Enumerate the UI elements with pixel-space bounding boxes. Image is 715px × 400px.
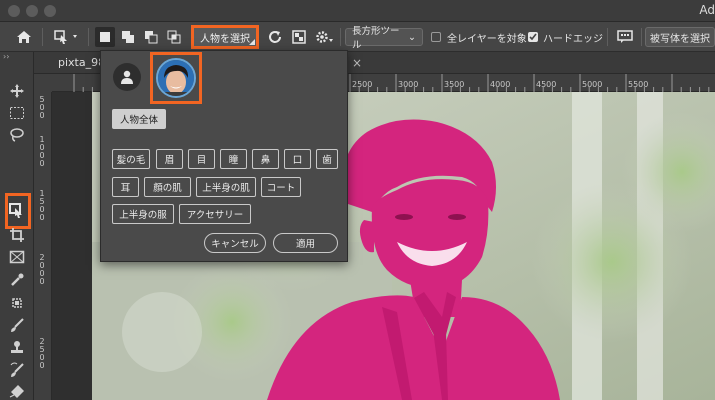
left-ruler-label: 0 — [39, 277, 45, 286]
zoom-window-button[interactable] — [44, 5, 56, 17]
object-selection-tool-preset-icon[interactable] — [52, 27, 82, 47]
mode-dropdown-label: 長方形ツール — [352, 26, 400, 51]
top-ruler-label: 3500 — [444, 80, 465, 89]
subtract-from-selection-icon[interactable] — [141, 27, 161, 47]
left-ruler-label: 0 — [39, 361, 45, 370]
part-hair-button[interactable]: 髪の毛 — [112, 149, 150, 169]
part-coat-button[interactable]: コート — [261, 177, 301, 197]
photoshop-window: Ad 長方形ツール ⌄ 全レイヤーを対象 ハードエッジ 被写体を選択 人物を選択… — [0, 0, 715, 400]
left-ruler-label: 0 — [39, 159, 45, 168]
part-upper-body-clothes-button[interactable]: 上半身の服 — [112, 204, 174, 224]
collapse-toolbox-icon[interactable]: ›› — [3, 52, 9, 61]
left-ruler-label: 0 — [39, 213, 45, 222]
part-ears-button[interactable]: 耳 — [112, 177, 139, 197]
lasso-tool-icon[interactable] — [5, 124, 29, 146]
healing-brush-tool-icon[interactable] — [5, 292, 29, 314]
top-ruler-label: 5000 — [582, 80, 603, 89]
toolbox: ›› — [0, 52, 34, 400]
part-accessories-button[interactable]: アクセサリー — [179, 204, 251, 224]
app-title: Ad — [699, 3, 715, 17]
part-upper-body-skin-button[interactable]: 上半身の肌 — [196, 177, 256, 197]
minimize-window-button[interactable] — [26, 5, 38, 17]
person-thumbnail-highlight — [150, 52, 202, 104]
object-selection-tool-icon[interactable] — [5, 200, 29, 222]
history-brush-tool-icon[interactable] — [5, 359, 29, 381]
brush-tool-icon[interactable] — [5, 314, 29, 336]
close-document-icon[interactable]: × — [352, 56, 362, 70]
left-ruler-label: 0 — [39, 111, 45, 120]
part-pupils-button[interactable]: 瞳 — [220, 149, 247, 169]
select-people-button[interactable]: 人物を選択 — [191, 25, 259, 49]
top-ruler-label: 4000 — [490, 80, 511, 89]
whole-person-button[interactable]: 人物全体 — [112, 109, 167, 129]
home-icon[interactable] — [14, 27, 34, 47]
sample-all-layers-label: 全レイヤーを対象 — [447, 34, 527, 45]
select-people-popup: 人物全体 髪の毛 眉 目 瞳 鼻 口 歯 耳 顔の肌 上半身の肌 コート 上半身… — [100, 50, 348, 262]
feedback-icon[interactable] — [614, 27, 636, 47]
separator — [42, 28, 43, 46]
marquee-tool-icon[interactable] — [5, 102, 29, 124]
gear-icon[interactable] — [313, 27, 335, 47]
apply-button[interactable]: 適用 — [273, 233, 338, 253]
separator — [607, 28, 608, 46]
chevron-down-icon: ⌄ — [408, 31, 416, 43]
intersect-selection-icon[interactable] — [164, 27, 184, 47]
add-to-selection-icon[interactable] — [118, 27, 138, 47]
part-teeth-button[interactable]: 歯 — [316, 149, 338, 169]
clone-stamp-tool-icon[interactable] — [5, 337, 29, 359]
top-ruler-label: 3000 — [398, 80, 419, 89]
separator — [340, 28, 341, 46]
select-people-label: 人物を選択 — [200, 33, 250, 45]
person-thumbnail[interactable] — [156, 58, 196, 98]
part-eyebrows-button[interactable]: 眉 — [156, 149, 183, 169]
hard-edge-checkbox[interactable] — [528, 32, 538, 42]
person-thumbnail-image — [158, 60, 194, 96]
top-ruler-label: 4500 — [536, 80, 557, 89]
part-eyes-button[interactable]: 目 — [188, 149, 215, 169]
close-window-button[interactable] — [8, 5, 20, 17]
document-tab[interactable]: pixta_98 — [50, 52, 105, 74]
sample-all-layers-checkbox[interactable] — [431, 32, 441, 42]
refresh-icon[interactable] — [265, 27, 285, 47]
top-ruler-label: 5500 — [628, 80, 649, 89]
select-subject-button[interactable]: 被写体を選択 — [645, 27, 715, 47]
new-selection-icon[interactable] — [95, 27, 115, 47]
generic-person-icon[interactable] — [113, 63, 141, 91]
cancel-button[interactable]: キャンセル — [204, 233, 266, 253]
eraser-tool-icon[interactable] — [5, 380, 29, 400]
hard-edge-label: ハードエッジ — [543, 34, 603, 45]
part-mouth-button[interactable]: 口 — [284, 149, 311, 169]
options-bar: 長方形ツール ⌄ 全レイヤーを対象 ハードエッジ 被写体を選択 — [0, 22, 715, 52]
move-tool-icon[interactable] — [5, 80, 29, 102]
select-mask-icon[interactable] — [289, 27, 309, 47]
left-ruler: 5001000150020002500 — [34, 92, 52, 400]
top-ruler-label: 2500 — [352, 80, 373, 89]
separator — [88, 28, 89, 46]
frame-tool-icon[interactable] — [5, 246, 29, 268]
mode-dropdown[interactable]: 長方形ツール ⌄ — [345, 26, 423, 51]
part-facial-skin-button[interactable]: 顔の肌 — [144, 177, 191, 197]
separator — [641, 28, 642, 46]
ruler-corner — [34, 74, 52, 92]
crop-tool-icon[interactable] — [5, 224, 29, 246]
eyedropper-tool-icon[interactable] — [5, 269, 29, 291]
title-bar: Ad — [0, 0, 715, 22]
document-tab-title: pixta_98 — [58, 56, 106, 69]
part-nose-button[interactable]: 鼻 — [252, 149, 279, 169]
